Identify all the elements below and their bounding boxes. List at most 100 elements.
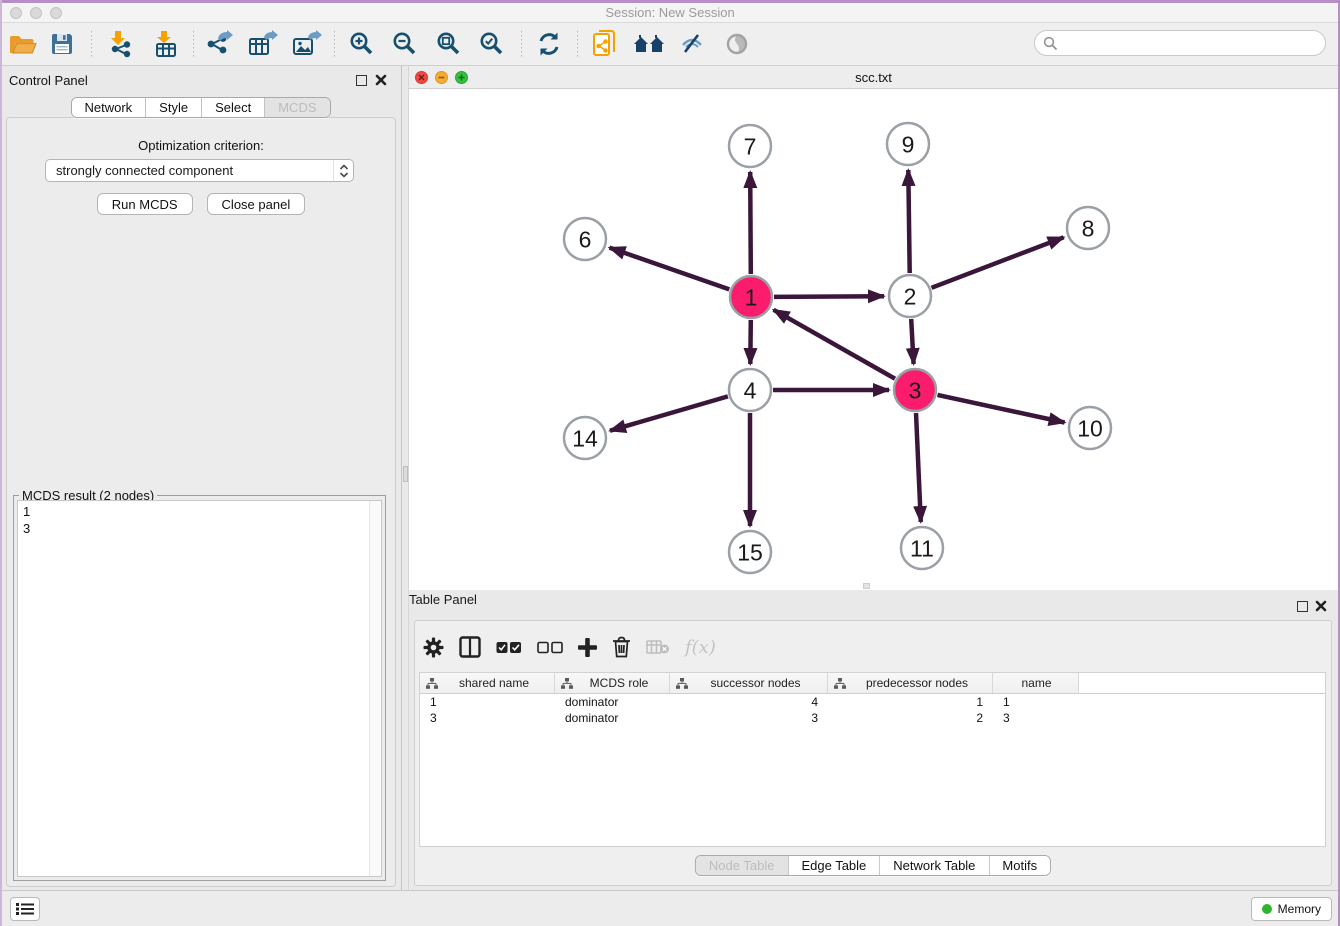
graph-edge-1-6[interactable] — [610, 248, 730, 290]
delete-table-icon — [646, 639, 670, 655]
network-canvas[interactable]: 7 9 6 8 1 2 4 3 14 10 15 11 — [409, 89, 1338, 590]
tab-motifs[interactable]: Motifs — [989, 856, 1050, 875]
graph-node-10[interactable]: 10 — [1069, 407, 1111, 449]
criterion-selected-value: strongly connected component — [56, 163, 333, 178]
select-stepper-icon — [333, 160, 353, 181]
search-input[interactable] — [1063, 33, 1325, 53]
splitter-grip[interactable] — [403, 466, 408, 482]
graph-edge-3-10[interactable] — [938, 395, 1065, 423]
tab-select[interactable]: Select — [202, 98, 265, 117]
import-network-icon[interactable] — [106, 30, 134, 58]
cell-name: 1 — [993, 695, 1079, 709]
save-icon[interactable] — [49, 31, 75, 57]
run-mcds-button[interactable]: Run MCDS — [97, 193, 193, 215]
graph-edge-1-4[interactable] — [750, 320, 751, 364]
close-panel-icon[interactable] — [375, 74, 387, 86]
graph-node-2[interactable]: 2 — [889, 275, 931, 317]
window-frame-left — [0, 0, 2, 926]
zoom-selected-icon[interactable] — [479, 31, 505, 57]
graph-node-1[interactable]: 1 — [730, 276, 772, 318]
tab-network[interactable]: Network — [71, 98, 146, 117]
table-settings-gear-icon[interactable] — [423, 637, 444, 658]
delete-column-trash-icon[interactable] — [612, 636, 631, 658]
tab-edge-table[interactable]: Edge Table — [788, 856, 880, 875]
table-row[interactable]: 1 dominator 4 1 1 — [420, 694, 1325, 710]
table-tabbar: Node Table Edge Table Network Table Moti… — [695, 855, 1051, 876]
float-table-panel-icon[interactable] — [1297, 601, 1308, 612]
graph-edge-3-1[interactable] — [774, 310, 895, 379]
table-panel: Table Panel — [409, 592, 1338, 890]
tab-style[interactable]: Style — [146, 98, 202, 117]
graph-node-3[interactable]: 3 — [894, 369, 936, 411]
export-network-icon[interactable] — [204, 30, 234, 58]
hide-selected-icon[interactable] — [679, 31, 705, 57]
horizontal-splitter-grip[interactable] — [863, 583, 870, 589]
column-header-mcds-role[interactable]: MCDS role — [555, 673, 670, 693]
import-table-icon[interactable] — [152, 30, 180, 58]
shared-column-icon — [676, 678, 688, 689]
zoom-fit-icon[interactable] — [436, 31, 462, 57]
graph-node-15[interactable]: 15 — [729, 531, 771, 573]
graph-node-6[interactable]: 6 — [564, 218, 606, 260]
graph-node-11[interactable]: 11 — [901, 527, 943, 569]
graph-edge-4-14[interactable] — [610, 396, 728, 430]
cell-predecessor-nodes: 2 — [828, 711, 993, 725]
open-folder-icon[interactable] — [8, 32, 37, 56]
column-header-name[interactable]: name — [993, 673, 1079, 693]
column-header-successor-nodes[interactable]: successor nodes — [670, 673, 828, 693]
cell-mcds-role: dominator — [555, 695, 670, 709]
cell-shared-name: 1 — [420, 695, 555, 709]
result-scrollbar[interactable] — [369, 501, 381, 876]
mcds-result-area[interactable]: 1 3 — [17, 500, 382, 877]
graph-edge-2-3[interactable] — [911, 319, 913, 364]
graph-node-7[interactable]: 7 — [729, 125, 771, 167]
graph-edge-2-8[interactable] — [932, 237, 1064, 287]
network-window-title: scc.txt — [409, 70, 1338, 85]
column-header-predecessor-nodes[interactable]: predecessor nodes — [828, 673, 993, 693]
graph-edge-3-11[interactable] — [916, 413, 921, 522]
graph-edge-1-7[interactable] — [750, 172, 751, 274]
show-columns-icon[interactable] — [459, 636, 481, 658]
refresh-icon[interactable] — [536, 31, 562, 57]
tab-mcds[interactable]: MCDS — [265, 98, 329, 117]
select-all-columns-icon[interactable] — [496, 641, 522, 654]
table-header-row: shared name MCDS role successor nodes pr… — [420, 673, 1325, 694]
cell-name: 3 — [993, 711, 1079, 725]
graph-node-14[interactable]: 14 — [564, 417, 606, 459]
table-row[interactable]: 3 dominator 3 2 3 — [420, 710, 1325, 726]
cell-mcds-role: dominator — [555, 711, 670, 725]
tab-network-table[interactable]: Network Table — [880, 856, 989, 875]
vertical-splitter[interactable] — [401, 66, 409, 890]
zoom-in-icon[interactable] — [349, 31, 375, 57]
close-table-panel-icon[interactable] — [1315, 600, 1327, 612]
application-window: Session: New Session — [0, 0, 1340, 926]
memory-button[interactable]: Memory — [1251, 897, 1332, 921]
cell-successor-nodes: 3 — [670, 711, 828, 725]
task-history-button[interactable] — [10, 897, 40, 921]
column-header-shared-name[interactable]: shared name — [420, 673, 555, 693]
cell-successor-nodes: 4 — [670, 695, 828, 709]
export-table-icon[interactable] — [247, 30, 279, 58]
status-bar: Memory — [0, 890, 1340, 926]
close-panel-button[interactable]: Close panel — [207, 193, 306, 215]
graph-node-4[interactable]: 4 — [729, 369, 771, 411]
float-panel-icon[interactable] — [356, 75, 367, 86]
home-views-icon[interactable] — [633, 32, 665, 56]
task-list-icon — [16, 902, 34, 916]
zoom-out-icon[interactable] — [392, 31, 418, 57]
graph-edge-1-2[interactable] — [774, 296, 884, 297]
export-image-icon[interactable] — [291, 30, 323, 58]
criterion-select[interactable]: strongly connected component — [45, 159, 354, 182]
window-frame-top — [0, 0, 1340, 3]
create-column-icon[interactable] — [578, 638, 597, 657]
show-eye-icon[interactable] — [723, 31, 751, 57]
mcds-tab-content: Optimization criterion: strongly connect… — [6, 117, 396, 887]
cell-shared-name: 3 — [420, 711, 555, 725]
clone-network-icon[interactable] — [591, 29, 619, 59]
unselect-all-columns-icon[interactable] — [537, 641, 563, 654]
graph-node-9[interactable]: 9 — [887, 123, 929, 165]
control-panel-title: Control Panel — [9, 73, 88, 88]
graph-edge-2-9[interactable] — [908, 170, 909, 273]
tab-node-table[interactable]: Node Table — [696, 856, 789, 875]
graph-node-8[interactable]: 8 — [1067, 207, 1109, 249]
